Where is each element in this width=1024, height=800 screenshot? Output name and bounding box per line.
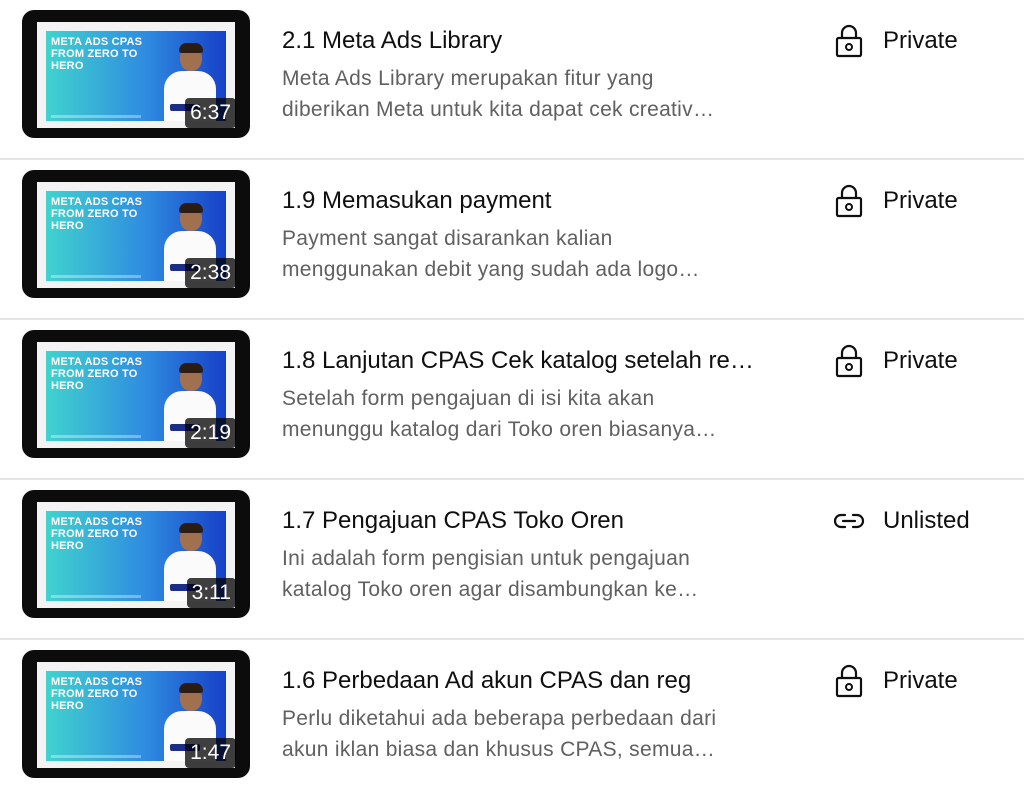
- thumbnail-headline: META ADS CPAS FROM ZERO TO HERO: [51, 676, 143, 712]
- lock-icon: [832, 24, 866, 58]
- description-line: menggunakan debit yang sudah ada logo…: [282, 258, 700, 281]
- visibility-label: Private: [883, 347, 958, 374]
- video-title[interactable]: 1.6 Perbedaan Ad akun CPAS dan reg: [282, 665, 762, 697]
- visibility-label: Private: [883, 27, 958, 54]
- video-description: Meta Ads Library merupakan fitur yang di…: [282, 63, 752, 125]
- video-description: Perlu diketahui ada beberapa perbedaan d…: [282, 703, 752, 765]
- video-thumbnail[interactable]: META ADS CPAS FROM ZERO TO HERO 2:19: [22, 330, 250, 458]
- description-line: Payment sangat disarankan kalian: [282, 227, 613, 250]
- visibility-status[interactable]: Unlisted: [832, 504, 970, 538]
- video-duration: 1:47: [185, 738, 236, 768]
- visibility-status[interactable]: Private: [832, 184, 958, 218]
- lock-icon: [832, 344, 866, 378]
- video-duration: 3:11: [186, 578, 236, 608]
- thumbnail-footer: [51, 115, 141, 118]
- video-row[interactable]: META ADS CPAS FROM ZERO TO HERO 1:47 1.6…: [0, 640, 1024, 800]
- visibility-status[interactable]: Private: [832, 24, 958, 58]
- lock-icon: [832, 664, 866, 698]
- description-line: Setelah form pengajuan di isi kita akan: [282, 387, 655, 410]
- visibility-label: Unlisted: [883, 507, 970, 534]
- description-line: katalog Toko oren agar disambungkan ke…: [282, 578, 699, 601]
- video-thumbnail[interactable]: META ADS CPAS FROM ZERO TO HERO 1:47: [22, 650, 250, 778]
- thumbnail-footer: [51, 435, 141, 438]
- lock-icon: [832, 184, 866, 218]
- thumbnail-footer: [51, 595, 141, 598]
- video-description: Ini adalah form pengisian untuk pengajua…: [282, 543, 752, 605]
- description-line: menunggu katalog dari Toko oren biasanya…: [282, 418, 717, 441]
- video-row[interactable]: META ADS CPAS FROM ZERO TO HERO 3:11 1.7…: [0, 480, 1024, 640]
- visibility-label: Private: [883, 667, 958, 694]
- video-thumbnail[interactable]: META ADS CPAS FROM ZERO TO HERO 3:11: [22, 490, 250, 618]
- video-description: Payment sangat disarankan kalian menggun…: [282, 223, 752, 285]
- video-duration: 6:37: [185, 98, 236, 128]
- video-duration: 2:19: [185, 418, 236, 448]
- video-description: Setelah form pengajuan di isi kita akan …: [282, 383, 752, 445]
- video-title[interactable]: 2.1 Meta Ads Library: [282, 25, 762, 57]
- video-title[interactable]: 1.7 Pengajuan CPAS Toko Oren: [282, 505, 762, 537]
- thumbnail-footer: [51, 755, 141, 758]
- link-icon: [832, 504, 866, 538]
- thumbnail-headline: META ADS CPAS FROM ZERO TO HERO: [51, 36, 143, 72]
- video-thumbnail[interactable]: META ADS CPAS FROM ZERO TO HERO 6:37: [22, 10, 250, 138]
- video-row[interactable]: META ADS CPAS FROM ZERO TO HERO 2:19 1.8…: [0, 320, 1024, 480]
- video-row[interactable]: META ADS CPAS FROM ZERO TO HERO 6:37 2.1…: [0, 0, 1024, 160]
- description-line: diberikan Meta untuk kita dapat cek crea…: [282, 98, 715, 121]
- video-title[interactable]: 1.9 Memasukan payment: [282, 185, 762, 217]
- description-line: Meta Ads Library merupakan fitur yang: [282, 67, 654, 90]
- video-duration: 2:38: [185, 258, 236, 288]
- video-thumbnail[interactable]: META ADS CPAS FROM ZERO TO HERO 2:38: [22, 170, 250, 298]
- video-title[interactable]: 1.8 Lanjutan CPAS Cek katalog setelah re…: [282, 345, 762, 377]
- thumbnail-headline: META ADS CPAS FROM ZERO TO HERO: [51, 516, 143, 552]
- visibility-status[interactable]: Private: [832, 664, 958, 698]
- thumbnail-footer: [51, 275, 141, 278]
- description-line: Ini adalah form pengisian untuk pengajua…: [282, 547, 691, 570]
- description-line: akun iklan biasa dan khusus CPAS, semua…: [282, 738, 716, 761]
- thumbnail-headline: META ADS CPAS FROM ZERO TO HERO: [51, 196, 143, 232]
- visibility-status[interactable]: Private: [832, 344, 958, 378]
- video-row[interactable]: META ADS CPAS FROM ZERO TO HERO 2:38 1.9…: [0, 160, 1024, 320]
- visibility-label: Private: [883, 187, 958, 214]
- description-line: Perlu diketahui ada beberapa perbedaan d…: [282, 707, 717, 730]
- video-list: META ADS CPAS FROM ZERO TO HERO 6:37 2.1…: [0, 0, 1024, 793]
- thumbnail-headline: META ADS CPAS FROM ZERO TO HERO: [51, 356, 143, 392]
